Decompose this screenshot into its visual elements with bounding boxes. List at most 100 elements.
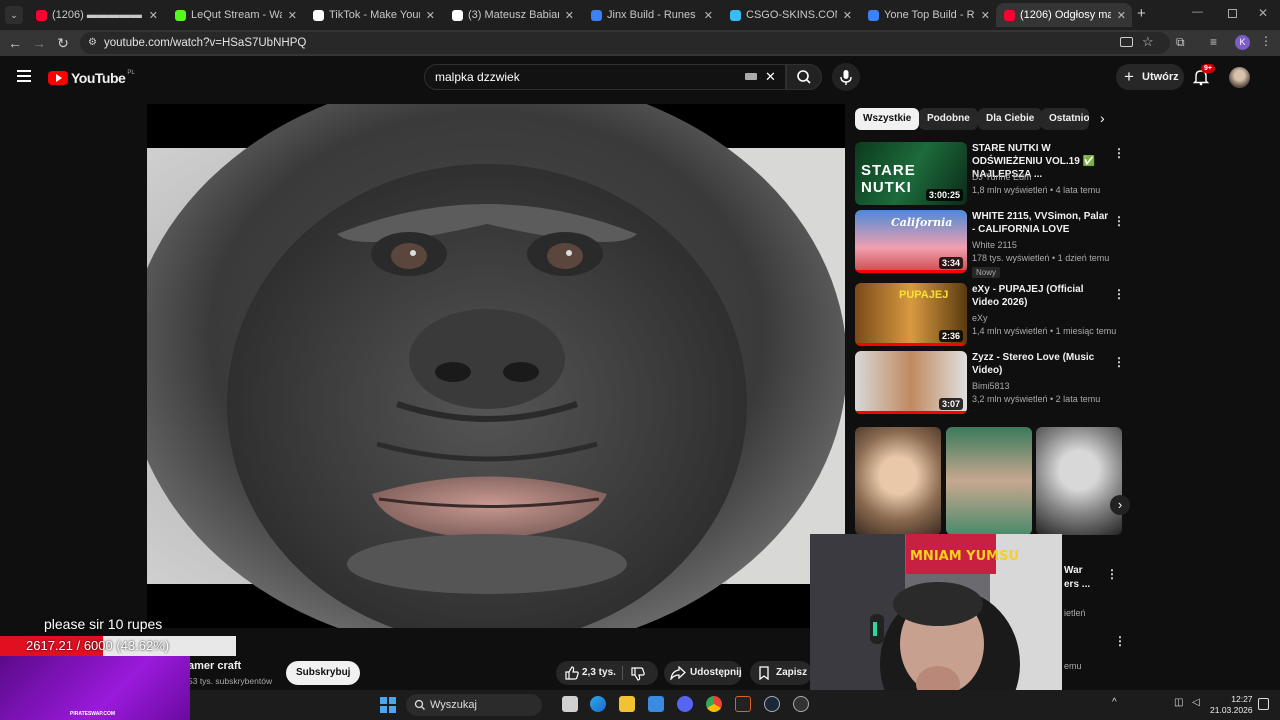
close-tab-icon[interactable]: ✕ xyxy=(149,9,158,22)
url-text: youtube.com/watch?v=HSaS7UbNHPQ xyxy=(104,37,307,49)
url-field[interactable]: ⚙ youtube.com/watch?v=HSaS7UbNHPQ xyxy=(80,32,1170,54)
keyboard-icon[interactable] xyxy=(745,73,757,80)
volume-icon[interactable]: ◁ xyxy=(1192,697,1200,708)
back-icon[interactable]: ← xyxy=(6,34,24,52)
browser-menu-icon[interactable]: ⋮ xyxy=(1260,34,1272,48)
show-hidden-icons[interactable]: ^ xyxy=(1112,697,1117,708)
search-button[interactable] xyxy=(786,64,822,90)
notifications-bell-icon[interactable]: 9+ xyxy=(1192,64,1215,86)
channel-name[interactable]: White 2115 xyxy=(972,240,1017,250)
more-actions-icon[interactable]: ⋮ xyxy=(1113,287,1125,301)
short-thumbnail[interactable] xyxy=(855,427,941,535)
tab-favicon-icon xyxy=(313,9,324,21)
close-tab-icon[interactable]: ✕ xyxy=(1117,9,1126,22)
video-thumbnail[interactable]: STARE NUTKI 3:00:25 xyxy=(855,142,967,205)
reload-icon[interactable]: ↻ xyxy=(54,34,72,52)
close-tab-icon[interactable]: ✕ xyxy=(843,9,852,22)
store-icon[interactable] xyxy=(648,696,664,712)
subscribe-button[interactable]: Subskrybuj xyxy=(286,661,361,685)
browser-tab[interactable]: (1206) ▬▬▬▬▬ M ✕ xyxy=(28,3,164,27)
video-title[interactable]: Zyzz - Stereo Love (Music Video) xyxy=(972,351,1112,377)
more-actions-icon[interactable]: ⋮ xyxy=(1114,634,1126,648)
chip-recent[interactable]: Ostatnio xyxy=(1041,108,1089,130)
video-thumbnail[interactable]: PUPAJEJ 2:36 xyxy=(855,283,967,346)
chips-next-icon[interactable]: › xyxy=(1100,110,1105,126)
channel-name[interactable]: Bimi5813 xyxy=(972,381,1010,391)
browser-tab[interactable]: Yone Top Build - Runes & ✕ xyxy=(860,3,996,27)
video-thumbnail[interactable]: 3:07 xyxy=(855,351,967,414)
media-control-icon[interactable]: ≡ xyxy=(1210,35,1217,49)
like-button[interactable]: 2,3 tys. xyxy=(562,661,620,685)
extensions-icon[interactable]: ⧉ xyxy=(1176,35,1185,50)
thumbs-down-icon[interactable] xyxy=(630,666,646,682)
browser-tab[interactable]: Jinx Build - Runes & Items ✕ xyxy=(583,3,719,27)
more-actions-icon[interactable]: ⋮ xyxy=(1113,214,1125,228)
voice-search-button[interactable] xyxy=(832,63,860,91)
shorts-next-button[interactable]: › xyxy=(1110,495,1130,515)
system-clock[interactable]: 12:27 21.03.2026 xyxy=(1210,694,1253,716)
profile-avatar[interactable]: K xyxy=(1235,35,1250,50)
discord-icon[interactable] xyxy=(677,696,693,712)
browser-tab[interactable]: CSGO-SKINS.COM - Najle ✕ xyxy=(722,3,858,27)
chrome-icon[interactable] xyxy=(706,696,722,712)
network-icon[interactable]: ◫ xyxy=(1174,697,1183,708)
save-button[interactable]: Zapisz xyxy=(750,661,812,685)
partial-video-title[interactable]: War ers ... xyxy=(1064,564,1090,592)
video-title[interactable]: eXy - PUPAJEJ (Official Video 2026) xyxy=(972,283,1112,309)
video-meta: 1,8 mln wyświetleń • 4 lata temu xyxy=(972,185,1101,195)
chip-all[interactable]: Wszystkie xyxy=(855,108,920,130)
guide-menu-icon[interactable] xyxy=(17,70,31,82)
close-tab-icon[interactable]: ✕ xyxy=(704,9,713,22)
video-thumbnail[interactable]: California 3:34 xyxy=(855,210,967,273)
share-button[interactable]: Udostępnij xyxy=(664,661,742,685)
create-button[interactable]: + Utwórz xyxy=(1116,64,1184,90)
channel-name[interactable]: DJ Tunne Edm xyxy=(972,172,1032,182)
notification-center-icon[interactable] xyxy=(1258,698,1269,710)
youtube-logo[interactable]: YouTube PL xyxy=(48,69,135,87)
account-avatar[interactable] xyxy=(1229,67,1250,88)
bookmark-star-icon[interactable]: ☆ xyxy=(1142,34,1154,50)
task-view-icon[interactable] xyxy=(562,696,578,712)
edge-browser-icon[interactable] xyxy=(590,696,606,712)
tab-title: Yone Top Build - Runes & xyxy=(884,9,975,21)
related-video-item[interactable]: California 3:34 WHITE 2115, VVSimon, Pal… xyxy=(855,210,1130,278)
site-info-icon[interactable]: ⚙ xyxy=(88,32,97,54)
close-tab-icon[interactable]: ✕ xyxy=(288,9,297,22)
new-tab-button[interactable]: + xyxy=(1137,5,1146,22)
more-actions-icon[interactable]: ⋮ xyxy=(1106,567,1118,581)
chip-for-you[interactable]: Dla Ciebie xyxy=(978,108,1043,130)
close-tab-icon[interactable]: ✕ xyxy=(981,9,990,22)
related-video-item[interactable]: 3:07 Zyzz - Stereo Love (Music Video) Bi… xyxy=(855,351,1130,417)
restore-icon[interactable] xyxy=(1228,9,1237,18)
short-thumbnail[interactable] xyxy=(946,427,1032,535)
obs-icon[interactable] xyxy=(735,696,751,712)
minimize-icon[interactable]: — xyxy=(1192,6,1203,18)
more-actions-icon[interactable]: ⋮ xyxy=(1113,355,1125,369)
channel-name[interactable]: eXy xyxy=(972,313,988,323)
browser-tab[interactable]: (3) Mateusz Babiarz w ser ✕ xyxy=(444,3,580,27)
taskbar-search[interactable]: Wyszukaj xyxy=(406,694,542,716)
video-title[interactable]: WHITE 2115, VVSimon, Palar - CALIFORNIA … xyxy=(972,210,1112,236)
tab-list-dropdown-icon[interactable]: ⌄ xyxy=(5,6,23,24)
browser-tab[interactable]: LeQut Stream - Watch Liv ✕ xyxy=(167,3,303,27)
steam-icon[interactable] xyxy=(764,696,780,712)
forward-icon[interactable]: → xyxy=(30,34,48,52)
video-player[interactable] xyxy=(147,104,845,628)
cast-icon[interactable] xyxy=(1120,37,1133,47)
browser-tab[interactable]: (1206) Odgłosy małpy - Y ✕ xyxy=(996,3,1132,27)
related-video-item[interactable]: PUPAJEJ 2:36 eXy - PUPAJEJ (Official Vid… xyxy=(855,283,1130,349)
file-explorer-icon[interactable] xyxy=(619,696,635,712)
short-thumbnail[interactable] xyxy=(1036,427,1122,535)
close-tab-icon[interactable]: ✕ xyxy=(426,9,435,22)
clear-search-icon[interactable]: ✕ xyxy=(765,65,776,89)
related-video-item[interactable]: STARE NUTKI 3:00:25 STARE NUTKI W ODŚWIE… xyxy=(855,142,1130,208)
browser-tab[interactable]: TikTok - Make Your Day ✕ xyxy=(305,3,441,27)
start-menu-icon[interactable] xyxy=(380,697,396,713)
close-tab-icon[interactable]: ✕ xyxy=(565,9,574,22)
more-actions-icon[interactable]: ⋮ xyxy=(1113,146,1125,160)
app-icon[interactable] xyxy=(793,696,809,712)
close-window-icon[interactable]: ✕ xyxy=(1258,6,1268,20)
chip-related[interactable]: Podobne xyxy=(919,108,978,130)
search-input[interactable]: malpka dzzwiek ✕ xyxy=(424,64,786,90)
channel-name[interactable]: amer craft xyxy=(188,660,241,672)
